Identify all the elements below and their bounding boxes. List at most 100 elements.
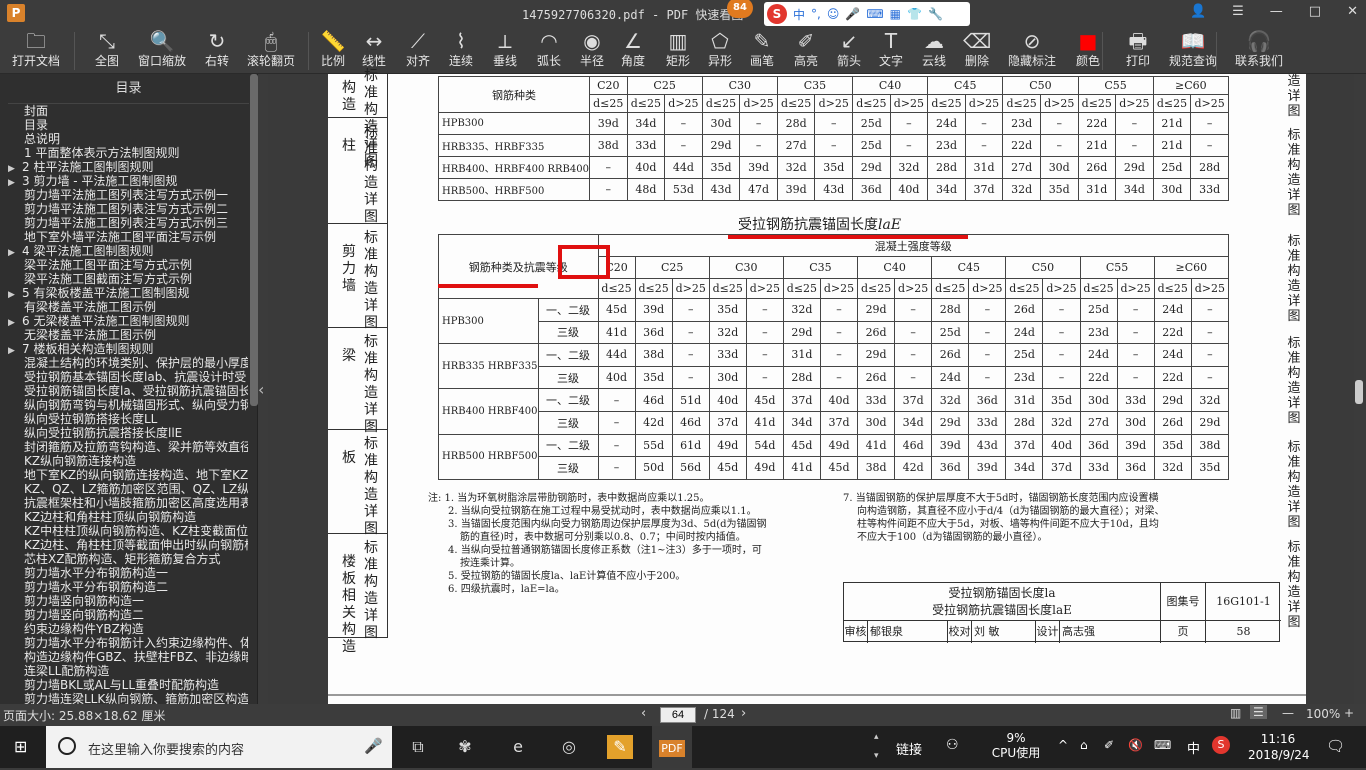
toolbar-color-button[interactable]: ■ 颜色	[1074, 28, 1102, 72]
cpu-widget[interactable]: 9% CPU使用	[990, 731, 1042, 761]
toolbar-scale-button[interactable]: 📏 比例	[320, 28, 346, 72]
toc-item[interactable]: ▶ 3 剪力墙 - 平法施工图制图规	[8, 174, 248, 188]
toc-item[interactable]: 梁平法施工图平面注写方式示例	[8, 258, 248, 272]
clock[interactable]: 11:16 2018/9/24	[1248, 731, 1310, 763]
ime-punct[interactable]: °,	[811, 7, 821, 21]
toolbar-eraser-button[interactable]: ⌫ 删除	[963, 28, 991, 72]
toolbar-rotate-right-button[interactable]: ↻ 右转	[202, 28, 232, 72]
ime-toolbar[interactable]: S 中 °, ☺ 🎤 ⌨ ▦ 👕 🔧	[764, 2, 970, 26]
toolbar-text-button[interactable]: T 文字	[877, 28, 905, 72]
volume-icon[interactable]: 🔇	[1128, 738, 1143, 752]
toolbar-cloud-button[interactable]: ☁ 云线	[920, 28, 948, 72]
section-tab[interactable]: 板标准构造详图	[328, 430, 388, 537]
toolbar-rectangle-button[interactable]: ▥ 矩形	[664, 28, 692, 72]
toolbar-highlight-button[interactable]: ✐ 高亮	[792, 28, 820, 72]
right-section-tab[interactable]: 标准构造详图	[1282, 234, 1306, 324]
toolbar-irregular-button[interactable]: ⬠ 异形	[706, 28, 734, 72]
toc-item[interactable]: 剪力墙竖向钢筋构造二	[8, 608, 248, 622]
single-page-icon[interactable]: ▥	[1230, 706, 1241, 720]
next-page-button[interactable]: ›	[741, 706, 746, 721]
expand-arrow-icon[interactable]: ▶	[8, 344, 22, 356]
grid-icon[interactable]: ▦	[890, 7, 901, 21]
toc-item[interactable]: 目录	[8, 118, 248, 132]
mic-icon[interactable]: 🎤	[364, 737, 383, 755]
toc-item[interactable]: 约束边缘构件YBZ构造	[8, 622, 248, 636]
collapse-sidebar-icon[interactable]: ‹	[258, 380, 264, 399]
toc-item[interactable]: 封面	[8, 104, 248, 118]
toolbar-perpendicular-button[interactable]: ⟂ 垂线	[491, 28, 519, 72]
toc-item[interactable]: 无梁楼盖平法施工图示例	[8, 328, 248, 342]
notification-badge[interactable]: 84	[727, 0, 753, 18]
expand-arrow-icon[interactable]: ▶	[8, 176, 22, 188]
tray-scroll-icon[interactable]: ▴ ▾	[874, 728, 879, 766]
toolbar-arc-length-button[interactable]: ◠ 弧长	[535, 28, 563, 72]
sidebar-scrollbar[interactable]	[250, 74, 258, 406]
right-section-tab[interactable]: 标准构造详图	[1282, 540, 1306, 630]
people-icon[interactable]: ⚇	[946, 737, 959, 753]
zoom-level[interactable]: 100%	[1306, 707, 1340, 721]
sync-app-icon[interactable]: ◎	[556, 735, 582, 759]
pdf-app-taskbar-button[interactable]: PDF	[652, 726, 692, 768]
user-icon[interactable]: 👤	[1190, 4, 1206, 19]
toolbar-printer-button[interactable]: 🖶 打印	[1124, 28, 1152, 72]
toc-item[interactable]: KZ、QZ、LZ箍筋加密区范围、QZ、LZ纵向钢	[8, 482, 248, 496]
zoom-out-button[interactable]: —	[1282, 706, 1294, 720]
toolbar-zoom-button[interactable]: 🔍 窗口缩放	[137, 28, 187, 72]
emoji-icon[interactable]: ☺	[827, 7, 840, 21]
toc-item[interactable]: 剪力墙水平分布钢筋构造二	[8, 580, 248, 594]
page-input[interactable]	[660, 707, 696, 723]
close-button[interactable]: ✕	[1347, 4, 1358, 19]
red-underline-annotation[interactable]	[438, 284, 538, 288]
toolbar-radius-button[interactable]: ◉ 半径	[578, 28, 606, 72]
section-tab[interactable]: 梁标准构造详图	[328, 328, 388, 435]
toc-item[interactable]: 受拉钢筋基本锚固长度lab、抗震设计时受	[8, 370, 248, 384]
toc-item[interactable]: 地下室外墙平法施工图平面注写示例	[8, 230, 248, 244]
toolbar-align-button[interactable]: ⟋ 对齐	[404, 28, 432, 72]
prev-page-button[interactable]: ‹	[641, 706, 646, 721]
toc-item[interactable]: 地下室KZ的纵向钢筋连接构造、地下室KZ的	[8, 468, 248, 482]
notification-center-icon[interactable]: 🗨	[1326, 737, 1345, 755]
pen-tray-icon[interactable]: ✐	[1104, 738, 1114, 752]
right-section-tab[interactable]: 标准构造详图	[1282, 336, 1306, 426]
toolbar-angle-button[interactable]: ∠ 角度	[619, 28, 647, 72]
task-view-icon[interactable]: ⧉	[405, 735, 431, 759]
toc-item[interactable]: 连梁LL配筋构造	[8, 664, 248, 678]
notes-app-icon[interactable]: ✎	[607, 735, 633, 759]
toc-item[interactable]: KZ边柱和角柱柱顶纵向钢筋构造	[8, 510, 248, 524]
toc-item[interactable]: ▶ 4 梁平法施工图制图规则	[8, 244, 248, 258]
right-section-tab[interactable]: 标准构造详图	[1282, 440, 1306, 530]
toc-item[interactable]: 芯柱XZ配筋构造、矩形箍筋复合方式	[8, 552, 248, 566]
toc-item[interactable]: 剪力墙竖向钢筋构造一	[8, 594, 248, 608]
toc-item[interactable]: 1 平面整体表示方法制图规则	[8, 146, 248, 160]
toc-item[interactable]: 构造边缘构件GBZ、扶壁柱FBZ、非边缘暗柱	[8, 650, 248, 664]
toc-item[interactable]: 纵向受拉钢筋抗震搭接长度llE	[8, 426, 248, 440]
toc-item[interactable]: 抗震框架柱和小墙肢箍筋加密区高度选用表	[8, 496, 248, 510]
sogou-logo-icon[interactable]: S	[767, 4, 787, 24]
link-label[interactable]: 链接	[896, 739, 922, 758]
keyboard-icon[interactable]: ⌨	[866, 7, 883, 21]
toc-item[interactable]: KZ边柱、角柱柱顶等截面伸出时纵向钢筋构	[8, 538, 248, 552]
toolbar-hide-button[interactable]: ⊘ 隐藏标注	[1006, 28, 1058, 72]
toc-item[interactable]: 总说明	[8, 132, 248, 146]
minimize-button[interactable]: —	[1270, 4, 1283, 19]
ime-lang[interactable]: 中	[793, 6, 805, 23]
taskbar-search[interactable]: 在这里输入你要搜索的内容 🎤	[46, 726, 392, 768]
toc-item[interactable]: 剪力墙水平分布钢筋计入约束边缘构件、体	[8, 636, 248, 650]
toc-item[interactable]: 纵向钢筋弯钩与机械锚固形式、纵向受力钢	[8, 398, 248, 412]
toolbar-contact-button[interactable]: 🎧 联系我们	[1233, 28, 1285, 72]
ime-lang-tray[interactable]: 中	[1187, 738, 1200, 757]
wrench-icon[interactable]: 🔧	[928, 7, 943, 21]
toc-item[interactable]: 受拉钢筋锚固长度la、受拉钢筋抗震锚固长	[8, 384, 248, 398]
continuous-page-icon[interactable]: ☰	[1250, 705, 1267, 719]
toolbar-continuous-button[interactable]: ⌇ 连续	[447, 28, 475, 72]
maximize-button[interactable]: □	[1309, 4, 1321, 19]
toolbar-book-button[interactable]: 📖 规范查询	[1167, 28, 1219, 72]
toolbar-linear-button[interactable]: ↔ 线性	[360, 28, 388, 72]
toc-item[interactable]: ▶ 2 柱平法施工图制图规则	[8, 160, 248, 174]
right-section-tab[interactable]: 标准构造详图	[1282, 128, 1306, 218]
toc-item[interactable]: 有梁楼盖平法施工图示例	[8, 300, 248, 314]
red-rectangle-annotation[interactable]	[558, 245, 610, 279]
toc-item[interactable]: 剪力墙平法施工图列表注写方式示例三	[8, 216, 248, 230]
section-tab[interactable]: 柱标准构造详图	[328, 118, 388, 225]
toolbar-fit-all-button[interactable]: ⤡ 全图	[90, 28, 124, 72]
